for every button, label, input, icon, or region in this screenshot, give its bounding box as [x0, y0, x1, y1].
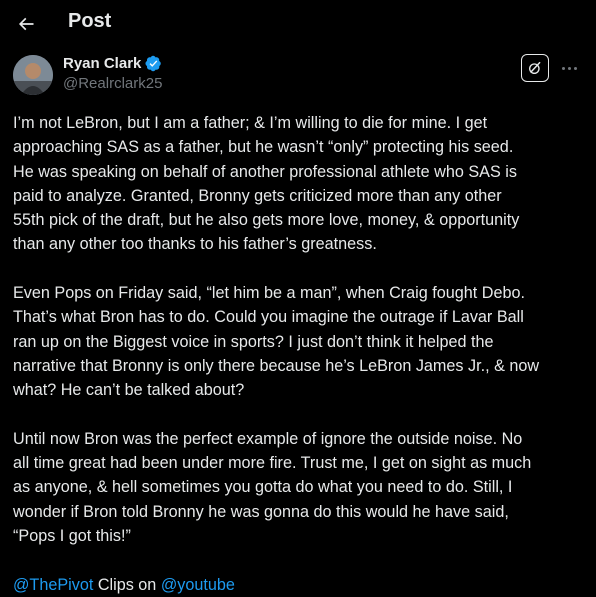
avatar[interactable] [13, 55, 53, 95]
post-paragraph-3: Until now Bron was the perfect example o… [13, 429, 532, 546]
grok-button[interactable] [521, 54, 549, 82]
more-horizontal-icon [560, 66, 578, 70]
verified-badge-icon [145, 55, 162, 72]
post-paragraph-1: I’m not LeBron, but I am a father; & I’m… [13, 114, 520, 254]
page-title: Post [68, 10, 112, 32]
top-bar: Post [0, 0, 596, 48]
author-name[interactable]: Ryan Clark [63, 55, 162, 72]
author-handle[interactable]: @Realrclark25 [63, 75, 162, 92]
author-name-text: Ryan Clark [63, 55, 142, 72]
post-paragraph-2: Even Pops on Friday said, “let him be a … [13, 284, 540, 400]
more-options-button[interactable] [558, 58, 580, 78]
arrow-left-icon [18, 17, 34, 31]
back-button[interactable] [10, 8, 42, 40]
avatar-image [13, 55, 53, 95]
post-text: I’m not LeBron, but I am a father; & I’m… [13, 111, 585, 597]
grok-icon [529, 61, 541, 74]
